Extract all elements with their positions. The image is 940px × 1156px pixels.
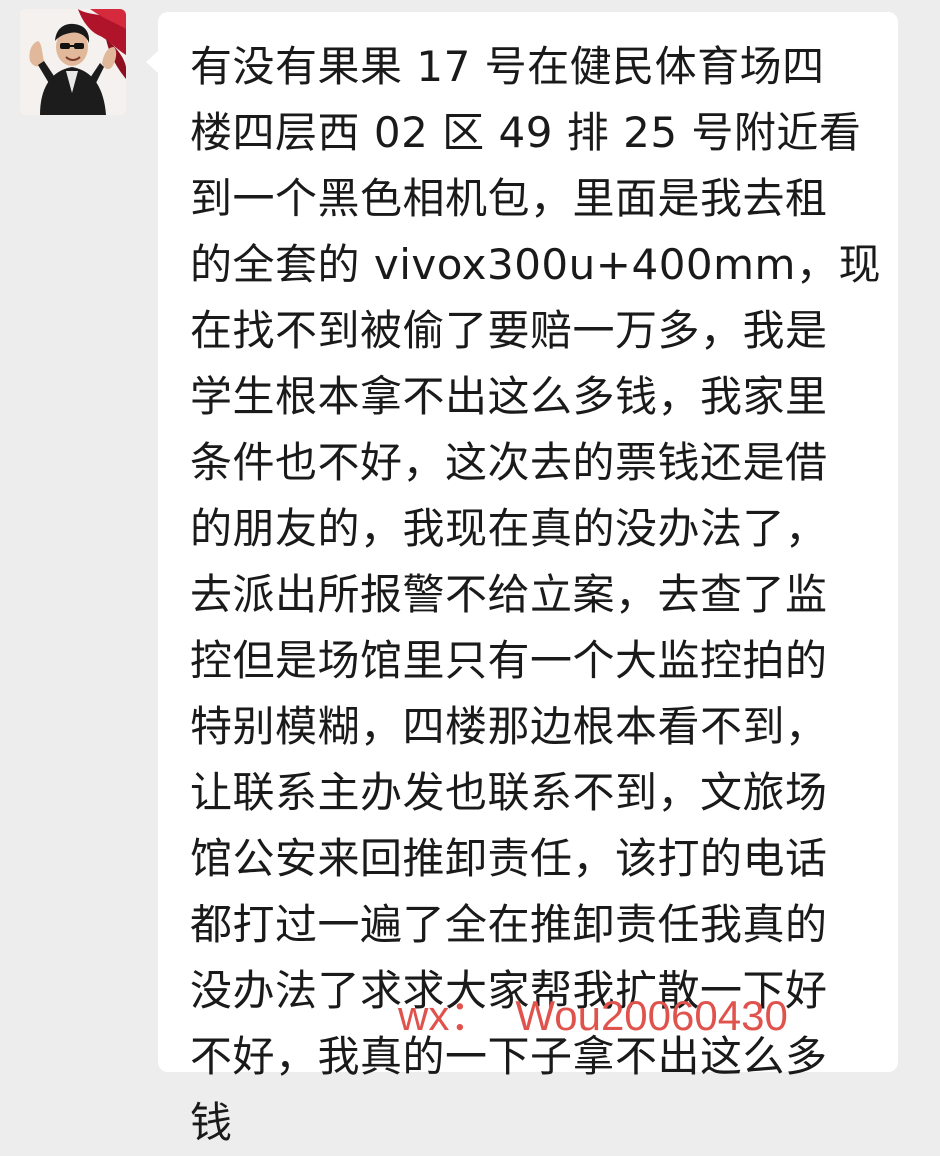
sender-avatar[interactable]: [20, 9, 126, 115]
message-line: 控但是场馆里只有一个大监控拍的: [190, 636, 828, 685]
message-line: 钱: [190, 1098, 233, 1147]
contact-id: Wou20060430: [515, 992, 788, 1039]
message-line: 学生根本拿不出这么多钱，我家里: [190, 372, 828, 421]
message-line: 在找不到被偷了要赔一万多，我是: [190, 306, 828, 355]
chat-message-row: 有没有果果 17 号在健民体育场四 楼四层西 02 区 49 排 25 号附近看…: [0, 0, 940, 1147]
message-line: 条件也不好，这次去的票钱还是借: [190, 438, 828, 487]
message-line: 让联系主办发也联系不到，文旅场: [190, 768, 828, 817]
message-line: 特别模糊，四楼那边根本看不到，: [190, 702, 828, 751]
message-line: 有没有果果 17 号在健民体育场四: [190, 42, 825, 91]
avatar-photo-icon: [20, 9, 126, 115]
message-line: 都打过一遍了全在推卸责任我真的: [190, 900, 828, 949]
wechat-contact-overlay: wx： Wou20060430: [398, 990, 788, 1042]
message-line: 馆公安来回推卸责任，该打的电话: [190, 834, 828, 883]
message-line: 楼四层西 02 区 49 排 25 号附近看: [190, 108, 862, 157]
message-line: 的全套的 vivox300u+400mm，现: [190, 240, 881, 289]
message-line: 到一个黑色相机包，里面是我去租: [190, 174, 828, 223]
contact-label: wx：: [398, 992, 492, 1039]
message-line: 的朋友的，我现在真的没办法了，: [190, 504, 828, 553]
message-line: 去派出所报警不给立案，去查了监: [190, 570, 828, 619]
message-text: 有没有果果 17 号在健民体育场四 楼四层西 02 区 49 排 25 号附近看…: [190, 34, 880, 1156]
